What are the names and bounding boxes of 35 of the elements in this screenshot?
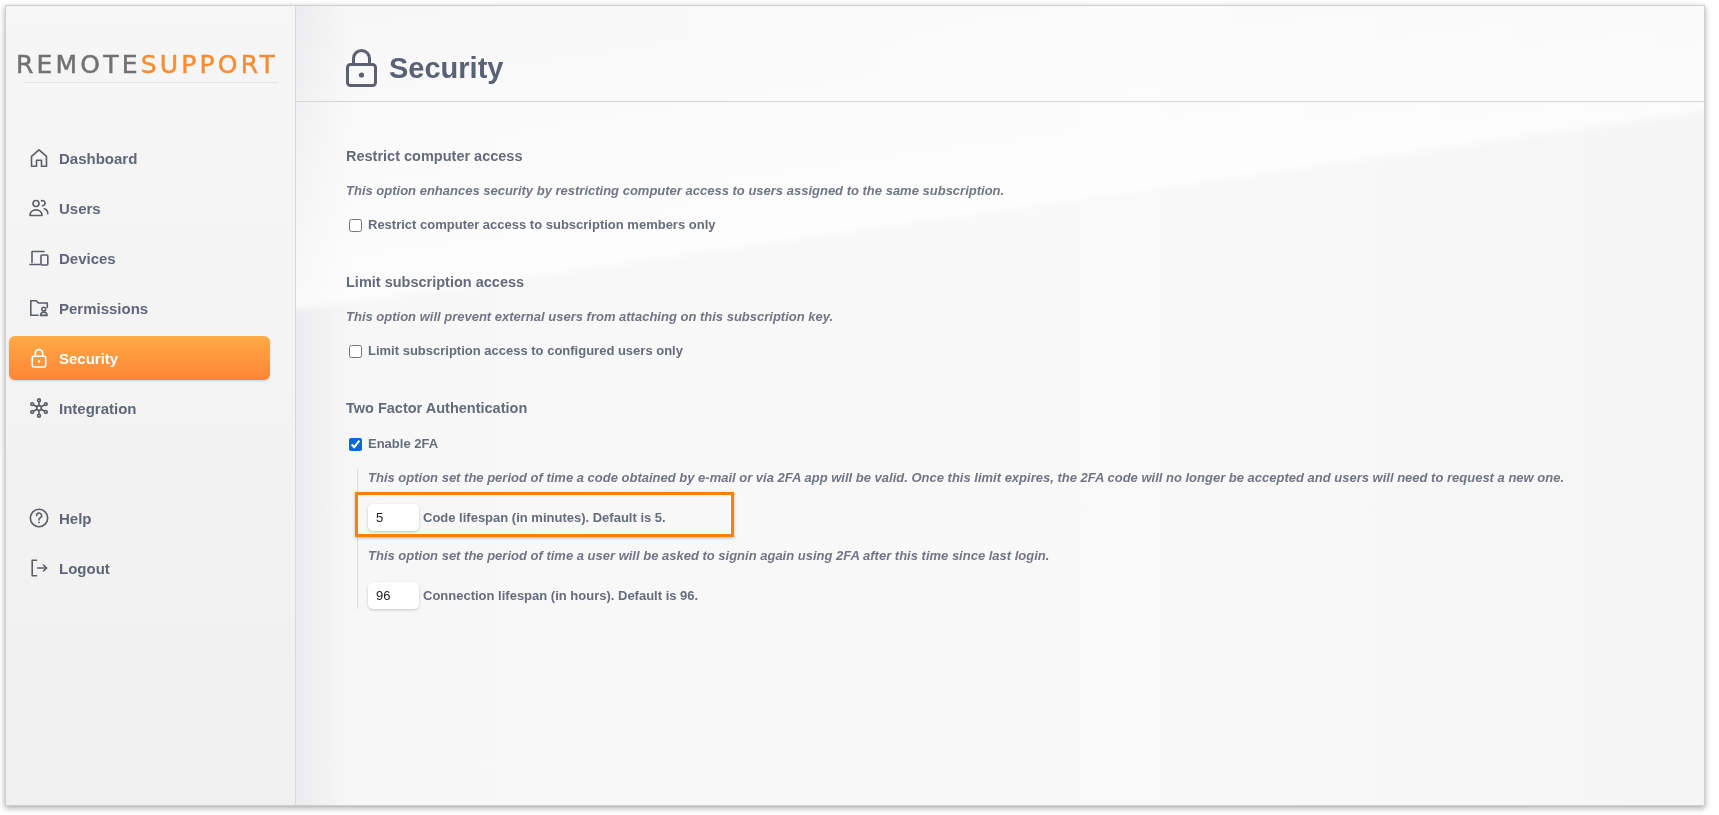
nav-item[interactable]: Users [9, 186, 270, 230]
people-icon [29, 198, 49, 218]
checkbox[interactable] [349, 437, 362, 451]
setting-label: Connection lifespan (in hours). Default is 96. [423, 586, 699, 605]
nav-item[interactable]: Help [9, 496, 270, 540]
lock-icon [346, 48, 377, 87]
nav-item[interactable]: Permissions [9, 286, 270, 330]
logo: REMOTE SUPPORT [16, 51, 278, 79]
house-icon [29, 148, 49, 168]
page-title: Security [389, 50, 504, 86]
devices-icon [29, 248, 49, 268]
setting-description: This option set the period of time a user will be asked to signin again using 2FA after this time since last login. [368, 547, 1050, 565]
network-icon [29, 398, 49, 418]
nav-item[interactable]: Logout [9, 546, 270, 590]
section-heading: Two Factor Authentication [346, 399, 528, 418]
section-heading: Limit subscription access [346, 273, 525, 292]
nav-item[interactable]: Integration [9, 386, 270, 430]
section-description: This option enhances security by restricting computer access to users assigned to the same subscription. [346, 182, 1005, 200]
setting-label: Code lifespan (in minutes). Default is 5. [423, 508, 666, 527]
number-field[interactable]: 5 [368, 504, 419, 531]
number-field[interactable]: 96 [368, 582, 419, 609]
nav-item[interactable]: Devices [9, 236, 270, 280]
help-icon [29, 508, 49, 528]
nav-item[interactable]: Dashboard [9, 136, 270, 180]
folder-person-icon [29, 298, 49, 318]
section-heading: Restrict computer access [346, 147, 523, 166]
checkbox-label: Limit subscription access to configured users only [368, 342, 683, 360]
checkbox[interactable] [349, 218, 362, 232]
checkbox-label: Restrict computer access to subscription members only [368, 216, 716, 234]
checkbox-label: Enable 2FA [368, 435, 439, 453]
lock-icon [29, 348, 49, 368]
section-description: This option will prevent external users from attaching on this subscription key. [346, 308, 834, 326]
logout-icon [29, 558, 49, 578]
checkbox[interactable] [349, 344, 362, 358]
setting-description: This option set the period of time a code obtained by e-mail or via 2FA app will be valid. Once this limit expires, the 2FA code will no longer be accepted and users will need to request a new one. [368, 469, 1564, 487]
